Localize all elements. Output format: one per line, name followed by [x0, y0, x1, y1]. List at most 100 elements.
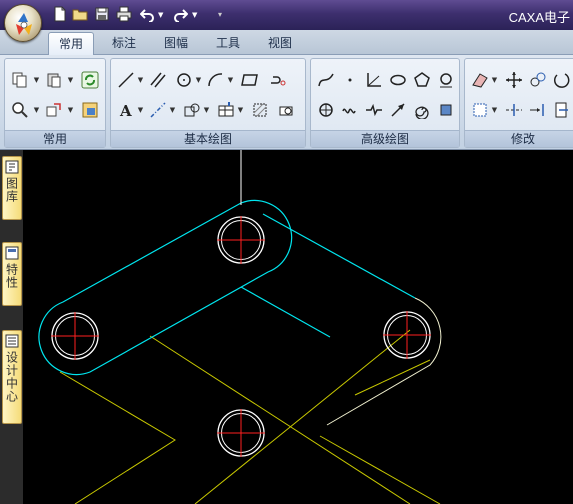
ribbon-tab-bar: 常用 标注 图幅 工具 视图 — [0, 30, 573, 55]
polyline-icon[interactable] — [267, 69, 289, 91]
paste-icon[interactable] — [43, 69, 65, 91]
line-icon[interactable] — [115, 69, 137, 91]
polygon-icon[interactable] — [411, 69, 433, 91]
open-folder-icon[interactable] — [72, 6, 90, 24]
outline-segment — [262, 213, 416, 299]
application-menu-button[interactable] — [4, 4, 42, 42]
tab-biaozhu[interactable]: 标注 — [102, 32, 146, 55]
redo-icon[interactable] — [172, 6, 190, 24]
tab-shitu[interactable]: 视图 — [258, 32, 302, 55]
refresh-icon[interactable] — [79, 69, 101, 91]
side-tab-design-center[interactable]: 设计中心 — [2, 330, 22, 424]
gear-profile-icon[interactable] — [315, 99, 337, 121]
caxa-window: ▼ ▼ ▾ CAXA电子 常用 标注 图幅 工具 视图 ▼ ▼ ▼ ▼ 常用 ▼… — [0, 0, 573, 504]
design-center-icon — [5, 334, 19, 348]
extend-icon[interactable] — [527, 99, 549, 121]
side-tab-properties-label: 特性 — [4, 263, 19, 289]
select-box-icon[interactable] — [469, 99, 491, 121]
tab-tufu[interactable]: 图幅 — [154, 32, 198, 55]
library-icon — [5, 160, 19, 174]
ribbon-panel: ▼ ▼ ▼ ▼ 常用 ▼ ▼ ▼ A ▼ ▼ ▼ ▼ 基本绘图 高级绘图 ▼ ▼… — [0, 55, 573, 150]
group-advanced-drawing-label: 高级绘图 — [311, 130, 459, 147]
side-panel: 图库 特性 设计中心 — [0, 150, 23, 504]
chevron-down-icon[interactable]: ▼ — [137, 99, 144, 121]
new-file-icon[interactable] — [52, 6, 70, 24]
window-title: CAXA电子 — [508, 10, 570, 25]
fill-icon[interactable] — [435, 99, 457, 121]
hole-bottom — [217, 409, 265, 457]
hatch-icon[interactable] — [249, 99, 271, 121]
copy-icon[interactable] — [9, 69, 31, 91]
chevron-down-icon[interactable]: ▼ — [169, 99, 176, 121]
svg-text:A: A — [119, 102, 132, 119]
wave-line-icon[interactable] — [339, 99, 361, 121]
tab-gongju[interactable]: 工具 — [206, 32, 250, 55]
link-outline-left — [38, 199, 293, 376]
circle-icon[interactable] — [173, 69, 195, 91]
trim-icon[interactable] — [503, 99, 525, 121]
move-view-icon[interactable] — [43, 99, 65, 121]
eraser-icon[interactable] — [469, 69, 491, 91]
copy-entity-icon[interactable] — [527, 69, 549, 91]
hole-top — [217, 216, 265, 264]
chevron-down-icon[interactable]: ▼ — [67, 69, 74, 91]
chevron-down-icon[interactable]: ▼ — [227, 69, 234, 91]
hole-right — [383, 311, 431, 359]
construction-line — [59, 371, 176, 504]
hole-left — [51, 312, 99, 360]
block-insert-icon[interactable] — [181, 99, 203, 121]
properties-icon — [5, 246, 19, 260]
print-icon[interactable] — [116, 6, 134, 24]
parallel-line-icon[interactable] — [147, 69, 169, 91]
chevron-down-icon[interactable]: ▼ — [491, 99, 498, 121]
zigzag-line-icon[interactable] — [363, 99, 385, 121]
centerline-icon[interactable] — [147, 99, 169, 121]
group-advanced-drawing: 高级绘图 — [310, 58, 460, 148]
move-icon[interactable] — [503, 69, 525, 91]
chevron-down-icon[interactable]: ▼ — [33, 69, 40, 91]
chevron-down-icon[interactable]: ▼ — [195, 69, 202, 91]
side-tab-properties[interactable]: 特性 — [2, 242, 22, 306]
rectangle-icon[interactable] — [239, 69, 261, 91]
group-basic-drawing-label: 基本绘图 — [111, 130, 305, 147]
text-icon[interactable]: A — [115, 99, 137, 121]
chevron-down-icon[interactable]: ▼ — [158, 6, 168, 24]
caxa-logo-icon — [16, 13, 32, 35]
chevron-down-icon[interactable]: ▼ — [192, 6, 202, 24]
chevron-down-icon[interactable]: ▼ — [67, 99, 74, 121]
point-icon[interactable] — [339, 69, 361, 91]
rotate-icon[interactable] — [551, 69, 573, 91]
save-icon[interactable] — [94, 6, 112, 24]
tab-changyong[interactable]: 常用 — [48, 32, 95, 55]
outline-segment — [240, 286, 331, 338]
undo-icon[interactable] — [139, 6, 158, 24]
arrow-icon[interactable] — [387, 99, 409, 121]
image-insert-icon[interactable] — [275, 99, 297, 121]
chevron-down-icon[interactable]: ▼ — [491, 69, 498, 91]
ellipse-icon[interactable] — [387, 69, 409, 91]
zoom-icon[interactable] — [9, 99, 31, 121]
drawing-canvas[interactable] — [23, 150, 573, 504]
chevron-down-icon[interactable]: ▼ — [203, 99, 210, 121]
hole-icon[interactable] — [435, 69, 457, 91]
group-basic-drawing: ▼ ▼ ▼ A ▼ ▼ ▼ ▼ 基本绘图 — [110, 58, 306, 148]
chevron-down-icon[interactable]: ▼ — [237, 99, 244, 121]
chevron-down-icon[interactable]: ▼ — [33, 99, 40, 121]
chevron-down-icon[interactable]: ▼ — [137, 69, 144, 91]
side-tab-library[interactable]: 图库 — [2, 156, 22, 220]
construction-line — [319, 435, 441, 504]
side-tab-design-center-label: 设计中心 — [4, 351, 19, 403]
stretch-icon[interactable] — [551, 99, 573, 121]
table-insert-icon[interactable] — [215, 99, 237, 121]
spiral-icon[interactable] — [411, 99, 433, 121]
layer-properties-icon[interactable] — [79, 99, 101, 121]
spline-icon[interactable] — [315, 69, 337, 91]
customize-qat-icon[interactable]: ▾ — [218, 6, 228, 24]
link-outline-right — [326, 297, 442, 426]
group-common-label: 常用 — [5, 130, 105, 147]
title-bar: ▼ ▼ ▾ CAXA电子 — [0, 0, 573, 30]
angle-line-icon[interactable] — [363, 69, 385, 91]
arc-icon[interactable] — [205, 69, 227, 91]
group-common: ▼ ▼ ▼ ▼ 常用 — [4, 58, 106, 148]
drawing-svg[interactable] — [23, 150, 573, 504]
